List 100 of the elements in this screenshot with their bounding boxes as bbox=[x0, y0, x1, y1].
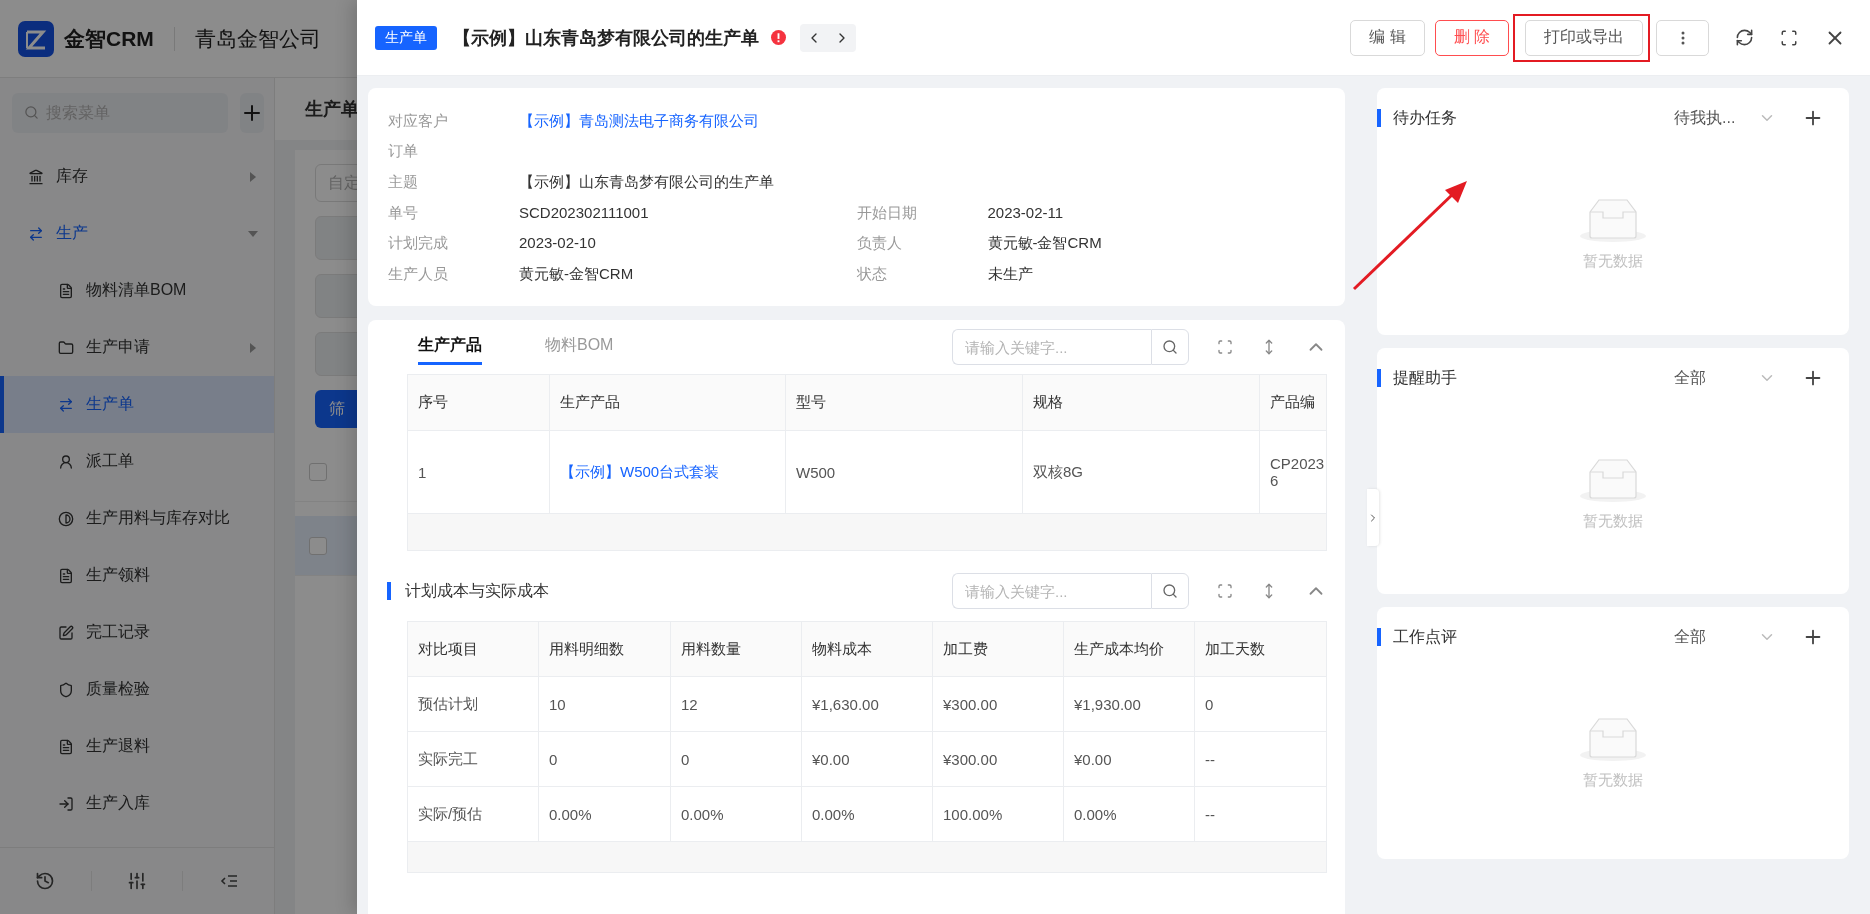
table-cell: ¥300.00 bbox=[933, 677, 1064, 731]
product-link[interactable]: 【示例】W500台式套装 bbox=[550, 431, 786, 513]
empty-inbox-icon bbox=[1580, 717, 1646, 761]
menu-item[interactable]: 生产单 bbox=[0, 376, 274, 433]
expand-handle[interactable] bbox=[1367, 489, 1379, 546]
table-cell: 100.00% bbox=[933, 787, 1064, 841]
tab[interactable]: 生产产品 bbox=[418, 329, 482, 365]
empty-text: 暂无数据 bbox=[1583, 252, 1643, 271]
search-button[interactable] bbox=[1151, 329, 1189, 365]
search-field[interactable]: 请输入关键字... bbox=[952, 329, 1151, 365]
table-cell: 实际/预估 bbox=[408, 787, 539, 841]
table-cell: 0 bbox=[671, 732, 802, 786]
half-circle-icon bbox=[58, 510, 74, 527]
field-label: 负责人 bbox=[856, 234, 903, 254]
field-label: 计划完成 bbox=[388, 234, 449, 254]
menu-item[interactable]: 生产领料 bbox=[0, 547, 274, 604]
empty-text: 暂无数据 bbox=[1583, 771, 1643, 790]
refresh-button[interactable] bbox=[1735, 28, 1754, 47]
record-title: 【示例】山东青岛梦有限公司的生产单 bbox=[453, 26, 759, 50]
empty-inbox-icon bbox=[1580, 458, 1646, 502]
sliders-icon bbox=[127, 871, 147, 891]
field-label: 单号 bbox=[388, 203, 419, 223]
filter-select[interactable]: 待我执... bbox=[1674, 107, 1776, 129]
document-icon bbox=[58, 282, 74, 299]
field-value: 2023-02-10 bbox=[519, 234, 596, 254]
column-header: 规格 bbox=[1023, 375, 1260, 430]
menu-item[interactable]: 质量检验 bbox=[0, 661, 274, 718]
menu-item[interactable]: 生产用料与库存对比 bbox=[0, 490, 274, 547]
delete-button[interactable]: 删 除 bbox=[1434, 19, 1509, 56]
add-button[interactable] bbox=[240, 93, 264, 133]
field-label: 状态 bbox=[856, 264, 888, 284]
table-cell: 12 bbox=[671, 677, 802, 731]
menu-item[interactable]: 生产 bbox=[0, 205, 274, 262]
table-cell: W500 bbox=[786, 431, 1023, 513]
fullscreen-icon bbox=[1217, 339, 1233, 355]
search-icon bbox=[24, 105, 39, 120]
action-button[interactable]: 打印或导出 bbox=[1525, 19, 1643, 56]
checkbox[interactable] bbox=[309, 462, 327, 481]
action-button[interactable]: 编 辑 bbox=[1350, 19, 1425, 56]
column-header: 型号 bbox=[786, 375, 1023, 430]
field-label: 对应客户 bbox=[388, 111, 449, 131]
customer-link[interactable]: 【示例】青岛测法电子商务有限公司 bbox=[519, 111, 759, 131]
document-icon bbox=[58, 567, 74, 584]
menu-item[interactable]: 生产入库 bbox=[0, 775, 274, 832]
menu-item[interactable]: 生产退料 bbox=[0, 718, 274, 775]
field-label: 主题 bbox=[388, 173, 419, 192]
fullscreen-icon bbox=[1780, 28, 1798, 47]
checkbox[interactable] bbox=[309, 536, 327, 555]
caret-icon bbox=[248, 171, 258, 182]
bank-icon bbox=[28, 168, 44, 185]
field-label: 开始日期 bbox=[856, 203, 918, 223]
column-header: 对比项目 bbox=[408, 622, 539, 676]
table-cell: 0.00% bbox=[802, 787, 933, 841]
field-value: 黄元敏-金智CRM bbox=[987, 234, 1102, 254]
caret-icon bbox=[248, 228, 258, 239]
history-icon bbox=[35, 871, 56, 891]
menu-item[interactable]: 库存 bbox=[0, 148, 274, 205]
tab[interactable]: 物料BOM bbox=[545, 329, 614, 365]
menu-item[interactable]: 物料清单BOM bbox=[0, 262, 274, 319]
filter-select[interactable]: 全部 bbox=[1674, 367, 1776, 389]
field-value: 2023-02-11 bbox=[987, 203, 1064, 223]
column-header: 生产成本均价 bbox=[1064, 622, 1195, 676]
column-header: 加工费 bbox=[933, 622, 1064, 676]
column-header: 序号 bbox=[408, 375, 550, 430]
search-icon bbox=[1162, 339, 1178, 355]
table-cell: ¥1,630.00 bbox=[802, 677, 933, 731]
search-field[interactable]: 请输入关键字... bbox=[952, 573, 1151, 609]
more-icon bbox=[1680, 30, 1685, 45]
table-cell-text: CP2023 6 bbox=[1269, 454, 1326, 491]
logo-icon bbox=[18, 20, 54, 57]
column-header: 生产产品 bbox=[550, 375, 786, 430]
table-cell-text: -- bbox=[1204, 804, 1216, 825]
filter-select[interactable]: 全部 bbox=[1674, 626, 1776, 648]
table-cell: 预估计划 bbox=[408, 677, 539, 731]
record-type-tag: 生产单 bbox=[375, 25, 437, 50]
table-cell: 0 bbox=[539, 732, 671, 786]
table-cell: 10 bbox=[539, 677, 671, 731]
settings-button[interactable] bbox=[127, 871, 147, 891]
field-value: SCD202302111001 bbox=[519, 203, 649, 223]
menu-item[interactable]: 派工单 bbox=[0, 433, 274, 490]
fullscreen-button[interactable] bbox=[1780, 28, 1798, 47]
card-title: 提醒助手 bbox=[1377, 369, 1457, 387]
empty-text: 暂无数据 bbox=[1583, 512, 1643, 531]
menu-item[interactable]: 完工记录 bbox=[0, 604, 274, 661]
column-header: 加工天数 bbox=[1204, 638, 1266, 659]
column-header: 用料明细数 bbox=[539, 622, 671, 676]
login-icon bbox=[58, 795, 74, 812]
table-cell: 1 bbox=[408, 431, 550, 513]
brand-name: 金智CRM bbox=[64, 25, 154, 52]
history-button[interactable] bbox=[35, 871, 56, 891]
table-cell: 0.00% bbox=[539, 787, 671, 841]
field-label: 生产人员 bbox=[388, 264, 449, 284]
search-button[interactable] bbox=[1151, 573, 1189, 609]
folder-icon bbox=[58, 339, 74, 356]
menu-item[interactable]: 生产申请 bbox=[0, 319, 274, 376]
table-cell: 0.00% bbox=[671, 787, 802, 841]
table-cell: 实际完工 bbox=[408, 732, 539, 786]
arrows-icon bbox=[58, 396, 74, 413]
refresh-icon bbox=[1735, 28, 1754, 47]
field-value: 黄元敏-金智CRM bbox=[519, 264, 634, 284]
